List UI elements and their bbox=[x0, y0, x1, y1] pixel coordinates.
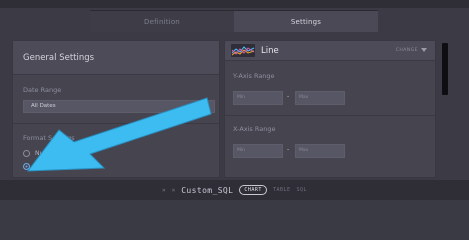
format-option-dollar-label: Dollar bbox=[35, 163, 53, 170]
scrollbar-thumb[interactable] bbox=[442, 43, 448, 95]
query-title: Custom_SQL bbox=[181, 185, 234, 195]
bottom-tab-sql[interactable]: SQL bbox=[297, 187, 308, 193]
chart-type-header: Line CHANGE bbox=[225, 41, 435, 61]
chart-settings-panel: Line CHANGE Y-Axis Range Min - Max X-Axi… bbox=[224, 40, 436, 178]
close-icon[interactable]: × bbox=[162, 187, 166, 194]
format-settings-label: Format Settings bbox=[23, 134, 75, 142]
date-range-label: Date Range bbox=[23, 86, 62, 94]
chart-type-label: Line bbox=[261, 45, 279, 56]
y-range-separator: - bbox=[287, 93, 290, 100]
format-option-number-label: Number bbox=[35, 150, 60, 157]
bottom-tab-table[interactable]: TABLE bbox=[273, 187, 291, 193]
y-axis-min-input[interactable]: Min bbox=[233, 91, 283, 105]
settings-screen: Definition Settings General Settings Dat… bbox=[0, 0, 469, 200]
x-axis-max-input[interactable]: Max bbox=[295, 144, 345, 158]
bottom-bar: × × Custom_SQL CHART TABLE SQL bbox=[0, 180, 469, 200]
y-axis-max-input[interactable]: Max bbox=[295, 91, 345, 105]
divider bbox=[225, 115, 435, 116]
x-range-separator: - bbox=[287, 146, 290, 153]
radio-dollar[interactable] bbox=[23, 163, 30, 170]
bottom-tab-chart[interactable]: CHART bbox=[239, 185, 267, 195]
x-axis-range-label: X-Axis Range bbox=[233, 125, 276, 133]
pin-icon[interactable]: × bbox=[172, 187, 176, 194]
format-option-number[interactable]: Number bbox=[23, 150, 59, 157]
top-strip bbox=[0, 0, 469, 8]
tab-definition[interactable]: Definition bbox=[90, 11, 234, 32]
general-settings-title: General Settings bbox=[13, 41, 219, 75]
divider bbox=[13, 123, 219, 124]
chevron-down-icon bbox=[421, 48, 427, 52]
y-axis-range-label: Y-Axis Range bbox=[233, 72, 275, 80]
change-label: CHANGE bbox=[395, 48, 418, 53]
tab-bar: Definition Settings bbox=[90, 10, 378, 32]
tab-settings[interactable]: Settings bbox=[234, 11, 378, 32]
radio-number[interactable] bbox=[23, 150, 30, 157]
line-chart-icon bbox=[231, 44, 255, 57]
date-range-select[interactable]: All Dates bbox=[23, 100, 215, 113]
general-settings-panel: General Settings Date Range All Dates Fo… bbox=[12, 40, 220, 178]
format-option-dollar[interactable]: Dollar bbox=[23, 163, 53, 170]
change-chart-button[interactable]: CHANGE bbox=[396, 48, 427, 53]
x-axis-min-input[interactable]: Min bbox=[233, 144, 283, 158]
